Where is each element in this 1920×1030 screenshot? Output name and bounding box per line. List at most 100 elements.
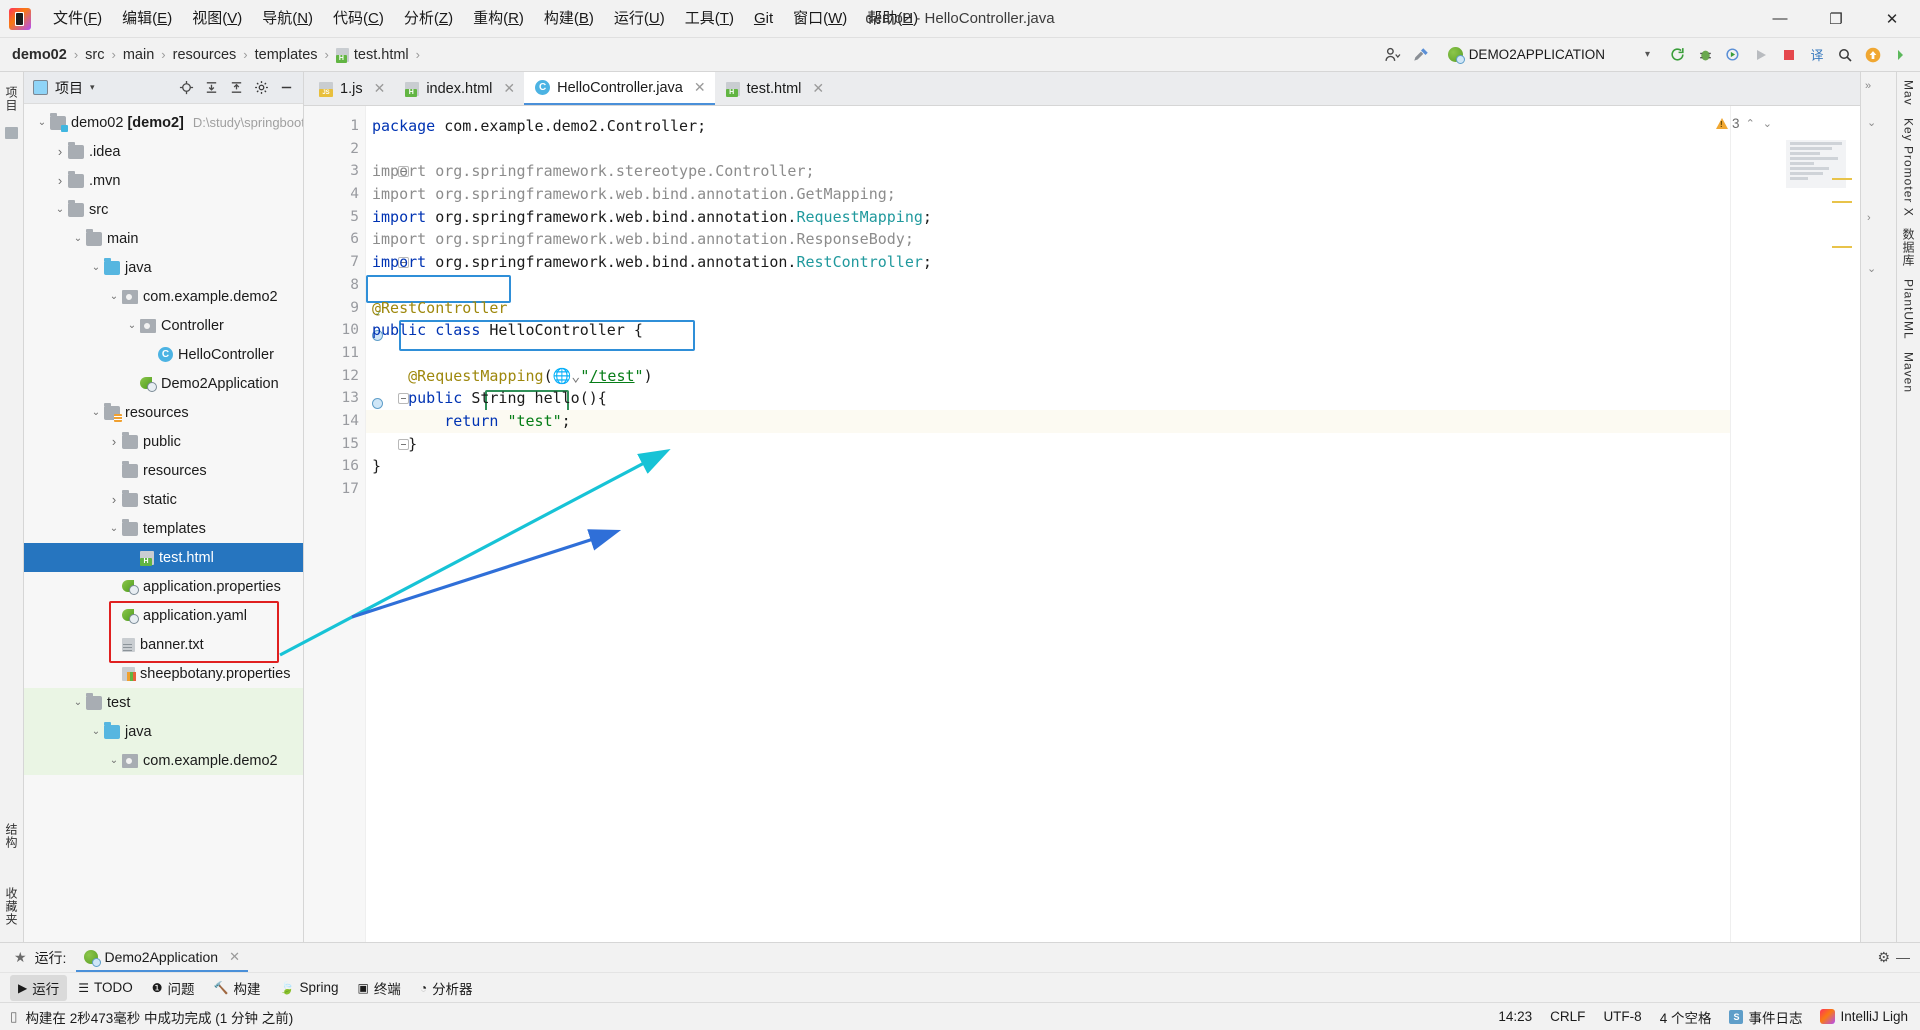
- editor-tab-1-js[interactable]: 1.js ✕: [308, 72, 394, 105]
- menu-item-9[interactable]: 工具(T): [675, 5, 744, 33]
- breadcrumb-item-3[interactable]: resources: [173, 47, 237, 63]
- right-strip-tab-maven-top[interactable]: Mav: [1902, 80, 1916, 106]
- favorites-star-icon[interactable]: ★: [6, 949, 35, 966]
- menu-item-12[interactable]: 帮助(H): [857, 5, 928, 33]
- status-indent[interactable]: 4 个空格: [1660, 1007, 1712, 1027]
- menu-item-1[interactable]: 编辑(E): [112, 5, 182, 33]
- event-log-button[interactable]: S 事件日志: [1729, 1007, 1802, 1027]
- chevron-right-icon[interactable]: »: [1865, 80, 1871, 92]
- chevron-down-icon[interactable]: ⌄: [88, 726, 104, 737]
- chevron-down-icon[interactable]: ⌄: [52, 204, 68, 215]
- chevron-down-icon[interactable]: ⌄: [124, 320, 140, 331]
- project-tree[interactable]: ⌄ demo02 [demo2] D:\study\springboot\ › .ide…: [24, 104, 303, 942]
- close-icon[interactable]: ✕: [374, 80, 386, 97]
- chevron-collapse-icon[interactable]: ⌄: [1867, 116, 1876, 129]
- breadcrumb-item-5[interactable]: test.html: [335, 47, 409, 63]
- run-minimize-icon[interactable]: —: [1896, 949, 1910, 966]
- editor-tab-hellocontroller-java[interactable]: C HelloController.java ✕: [524, 72, 715, 105]
- tree-node--idea[interactable]: › .idea: [24, 137, 303, 166]
- left-strip-tab-structure[interactable]: 结构: [1, 817, 22, 855]
- build-hammer-icon[interactable]: [1408, 42, 1434, 68]
- chevron-right-icon[interactable]: ›: [106, 492, 122, 507]
- chevron-down-icon[interactable]: ⌄: [106, 523, 122, 534]
- left-strip-tab-project[interactable]: 项目: [1, 80, 22, 118]
- locate-file-icon[interactable]: [175, 77, 197, 99]
- bottom-tool-终端[interactable]: ▣ 终端: [349, 975, 408, 1001]
- chevron-down-icon-2[interactable]: ⌄: [1867, 262, 1876, 275]
- minimize-button[interactable]: —: [1752, 0, 1808, 38]
- tree-node-hellocontroller[interactable]: C HelloController: [24, 340, 303, 369]
- breadcrumb-item-4[interactable]: templates: [255, 47, 318, 63]
- run-icon[interactable]: [1748, 42, 1774, 68]
- chevron-right-icon-2[interactable]: ›: [1867, 212, 1871, 224]
- stop-icon[interactable]: [1776, 42, 1802, 68]
- chevron-down-icon[interactable]: ⌄: [88, 262, 104, 273]
- tree-node-public[interactable]: › public: [24, 427, 303, 456]
- tree-node-resources[interactable]: resources: [24, 456, 303, 485]
- tree-node-templates[interactable]: ⌄ templates: [24, 514, 303, 543]
- right-strip-tab-database[interactable]: 数据库: [1900, 228, 1917, 267]
- status-line-separator[interactable]: CRLF: [1550, 1009, 1585, 1024]
- tree-node-demo02-demo2-[interactable]: ⌄ demo02 [demo2] D:\study\springboot\: [24, 108, 303, 137]
- tree-node-application-properties[interactable]: application.properties: [24, 572, 303, 601]
- expand-all-icon[interactable]: [200, 77, 222, 99]
- chevron-right-icon[interactable]: ›: [52, 144, 68, 159]
- tree-node--mvn[interactable]: › .mvn: [24, 166, 303, 195]
- chevron-down-icon[interactable]: ⌄: [70, 233, 86, 244]
- status-encoding[interactable]: UTF-8: [1603, 1009, 1641, 1024]
- tree-node-test-html[interactable]: test.html: [24, 543, 303, 572]
- maximize-button[interactable]: ❐: [1808, 0, 1864, 38]
- breadcrumb-item-0[interactable]: demo02: [12, 47, 67, 63]
- editor-tab-index-html[interactable]: index.html ✕: [394, 72, 524, 105]
- user-account-icon[interactable]: [1380, 42, 1406, 68]
- bottom-tool-问题[interactable]: ❶ 问题: [144, 975, 203, 1001]
- ide-expand-icon[interactable]: [1888, 42, 1914, 68]
- tree-node-test[interactable]: ⌄ test: [24, 688, 303, 717]
- menu-item-2[interactable]: 视图(V): [182, 5, 252, 33]
- run-tab-demo2application[interactable]: Demo2Application ✕: [76, 943, 248, 972]
- notifications-icon[interactable]: [1860, 42, 1886, 68]
- breadcrumb-item-2[interactable]: main: [123, 47, 154, 63]
- run-settings-gear-icon[interactable]: ⚙: [1877, 949, 1890, 966]
- run-with-coverage-icon[interactable]: [1720, 42, 1746, 68]
- search-everywhere-icon[interactable]: [1832, 42, 1858, 68]
- tree-node-java[interactable]: ⌄ java: [24, 253, 303, 282]
- bottom-tool-分析器[interactable]: ◔ 分析器: [412, 975, 481, 1001]
- tree-node-demo2application[interactable]: Demo2Application: [24, 369, 303, 398]
- tree-node-sheepbotany-properties[interactable]: sheepbotany.properties: [24, 659, 303, 688]
- hide-panel-icon[interactable]: [275, 77, 297, 99]
- code-editor[interactable]: package com.example.demo2.Controller; im…: [366, 106, 1730, 942]
- tree-node-controller[interactable]: ⌄ Controller: [24, 311, 303, 340]
- chevron-down-icon[interactable]: ⌄: [34, 117, 50, 128]
- close-icon[interactable]: ✕: [503, 80, 515, 97]
- chevron-down-icon[interactable]: ⌄: [106, 755, 122, 766]
- inspection-marker-1[interactable]: [1832, 178, 1852, 180]
- settings-gear-icon[interactable]: [250, 77, 272, 99]
- chevron-down-icon[interactable]: ⌄: [70, 697, 86, 708]
- bottom-tool-spring[interactable]: 🍃 Spring: [271, 977, 346, 998]
- tree-node-main[interactable]: ⌄ main: [24, 224, 303, 253]
- chevron-up-icon[interactable]: ⌃: [1744, 117, 1757, 130]
- collapse-all-icon[interactable]: [225, 77, 247, 99]
- breadcrumb-item-1[interactable]: src: [85, 47, 104, 63]
- menu-item-0[interactable]: 文件(F): [43, 5, 112, 33]
- menu-item-8[interactable]: 运行(U): [604, 5, 675, 33]
- chevron-down-icon[interactable]: ▾: [90, 82, 95, 93]
- tree-node-resources[interactable]: ⌄ resources: [24, 398, 303, 427]
- tree-node-com-example-demo2[interactable]: ⌄ com.example.demo2: [24, 282, 303, 311]
- close-button[interactable]: ✕: [1864, 0, 1920, 38]
- menu-item-7[interactable]: 构建(B): [534, 5, 604, 33]
- inspection-marker-2[interactable]: [1832, 201, 1852, 203]
- menu-item-3[interactable]: 导航(N): [252, 5, 323, 33]
- debug-icon[interactable]: [1692, 42, 1718, 68]
- bottom-tool-运行[interactable]: ▶ 运行: [10, 974, 68, 1001]
- bottom-tool-构建[interactable]: 🔨 构建: [206, 975, 269, 1001]
- ide-status-badge[interactable]: IntelliJ Ligh: [1820, 1009, 1908, 1024]
- menu-item-6[interactable]: 重构(R): [463, 5, 534, 33]
- tree-node-application-yaml[interactable]: application.yaml: [24, 601, 303, 630]
- tree-node-src[interactable]: ⌄ src: [24, 195, 303, 224]
- chevron-down-icon[interactable]: ⌄: [88, 407, 104, 418]
- left-strip-tab-favorites[interactable]: 收藏夹: [1, 881, 22, 932]
- bottom-tool-todo[interactable]: ☰ TODO: [70, 977, 141, 998]
- chevron-down-icon[interactable]: ⌄: [106, 291, 122, 302]
